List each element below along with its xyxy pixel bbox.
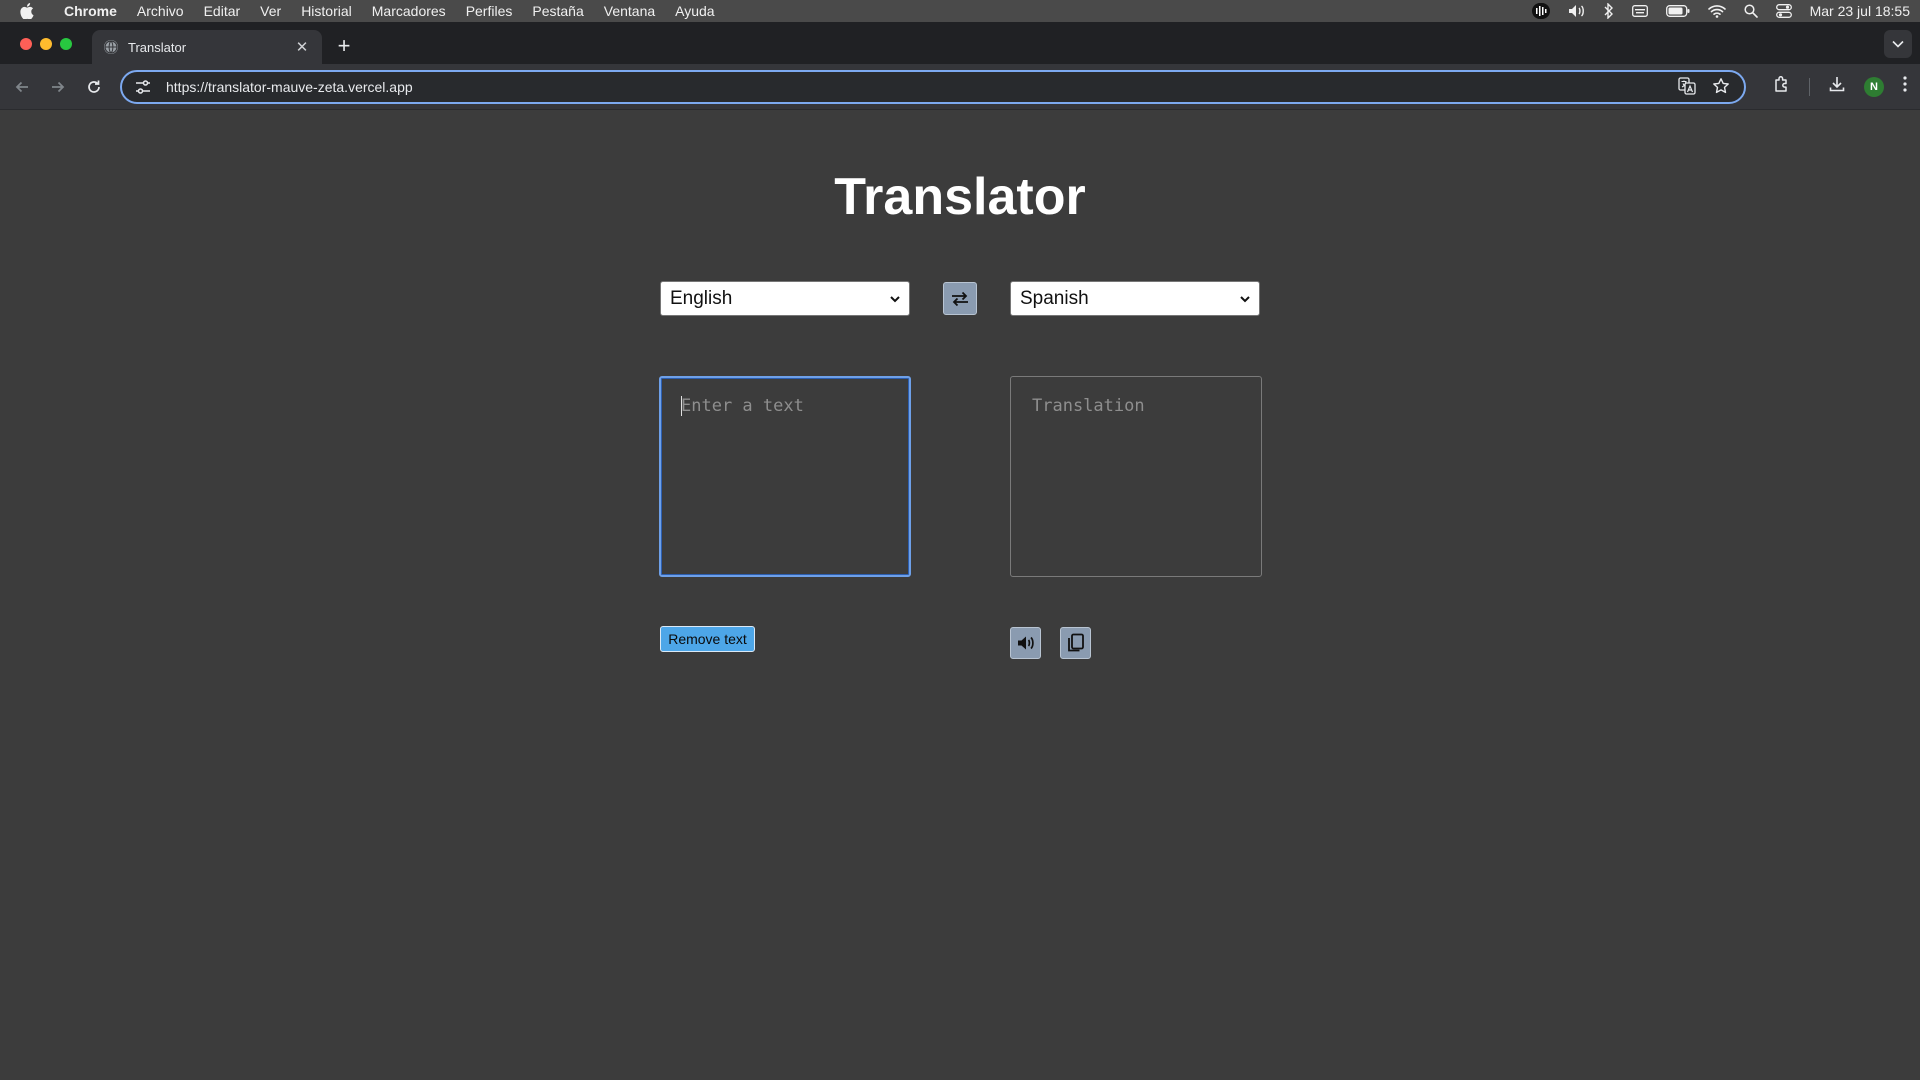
address-url[interactable]: https://translator-mauve-zeta.vercel.app [166, 79, 1678, 95]
source-text-input[interactable]: Enter a text [659, 376, 911, 577]
extensions-icon[interactable] [1773, 75, 1791, 98]
toolbar-divider [1809, 77, 1810, 96]
new-tab-button[interactable]: + [332, 34, 356, 58]
tab-search-button[interactable] [1884, 30, 1912, 58]
siri-icon[interactable] [1531, 3, 1550, 19]
browser-toolbar: https://translator-mauve-zeta.vercel.app… [0, 64, 1920, 110]
chevron-down-icon [1240, 296, 1250, 303]
kebab-menu-icon[interactable] [1902, 75, 1908, 98]
chevron-down-icon [1892, 40, 1904, 48]
bluetooth-icon[interactable] [1604, 3, 1614, 19]
menu-ver[interactable]: Ver [250, 0, 291, 22]
tab-translator[interactable]: Translator ✕ [92, 30, 322, 64]
source-language-select[interactable]: English [660, 281, 910, 316]
close-icon[interactable]: ✕ [294, 39, 310, 56]
volume-icon[interactable] [1568, 4, 1586, 18]
menu-historial[interactable]: Historial [291, 0, 362, 22]
speak-translation-button[interactable] [1010, 627, 1041, 659]
copy-translation-button[interactable] [1060, 627, 1091, 659]
keyboard-icon[interactable] [1631, 5, 1648, 17]
site-info-icon[interactable] [134, 78, 152, 96]
menu-status-area: Mar 23 jul 18:55 [1531, 0, 1910, 22]
translator-page: Translator English Spanish Enter a text … [0, 111, 1920, 1080]
translation-placeholder: Translation [1032, 396, 1145, 416]
swap-languages-button[interactable] [943, 282, 977, 315]
copy-icon [1067, 633, 1084, 652]
spotlight-icon[interactable] [1744, 4, 1758, 18]
profile-avatar[interactable]: N [1864, 76, 1884, 97]
tab-strip: Translator ✕ + [0, 22, 1920, 64]
source-language-value: English [670, 287, 733, 309]
address-bar[interactable]: https://translator-mauve-zeta.vercel.app [120, 70, 1746, 104]
menu-ayuda[interactable]: Ayuda [665, 0, 724, 22]
translate-icon[interactable] [1678, 76, 1696, 98]
target-language-value: Spanish [1020, 287, 1089, 309]
forward-icon[interactable] [46, 75, 70, 99]
reload-icon[interactable] [82, 75, 106, 99]
target-language-select[interactable]: Spanish [1010, 281, 1260, 316]
translation-output[interactable]: Translation [1010, 376, 1262, 577]
window-close-button[interactable] [20, 38, 32, 50]
wifi-icon[interactable] [1707, 4, 1726, 18]
menu-perfiles[interactable]: Perfiles [456, 0, 523, 22]
menu-ventana[interactable]: Ventana [594, 0, 665, 22]
source-text-placeholder: Enter a text [681, 396, 804, 416]
chevron-down-icon [890, 296, 900, 303]
menu-app-name[interactable]: Chrome [54, 0, 127, 22]
swap-icon [952, 291, 968, 306]
menu-clock[interactable]: Mar 23 jul 18:55 [1810, 0, 1910, 22]
back-icon[interactable] [10, 75, 34, 99]
apple-icon[interactable] [0, 3, 54, 19]
globe-icon [104, 40, 118, 54]
macos-menu-bar: Chrome Archivo Editar Ver Historial Marc… [0, 0, 1920, 22]
star-icon[interactable] [1712, 77, 1730, 98]
window-minimize-button[interactable] [40, 38, 52, 50]
text-caret [681, 396, 682, 416]
speaker-icon [1017, 636, 1034, 650]
menu-pestana[interactable]: Pestaña [522, 0, 593, 22]
download-icon[interactable] [1828, 75, 1846, 98]
battery-icon[interactable] [1665, 5, 1690, 17]
window-zoom-button[interactable] [60, 38, 72, 50]
control-center-icon[interactable] [1775, 4, 1792, 18]
remove-text-button[interactable]: Remove text [660, 626, 755, 652]
menu-editar[interactable]: Editar [194, 0, 251, 22]
page-title: Translator [834, 168, 1086, 226]
menu-archivo[interactable]: Archivo [127, 0, 194, 22]
menu-marcadores[interactable]: Marcadores [362, 0, 456, 22]
tab-title: Translator [128, 39, 187, 55]
